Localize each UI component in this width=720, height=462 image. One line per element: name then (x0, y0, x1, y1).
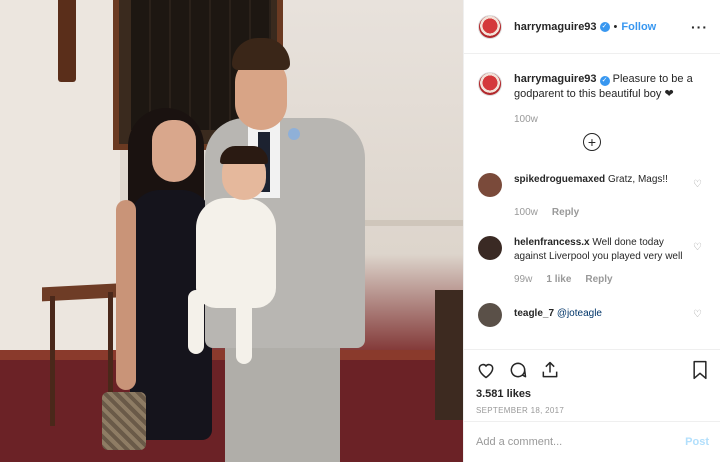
table-leg (50, 296, 55, 426)
caption-time[interactable]: 100w (514, 114, 538, 125)
load-more-comments-icon[interactable]: + (583, 133, 601, 151)
comment-mention[interactable]: @joteagle (557, 308, 602, 319)
like-comment-heart-icon[interactable]: ♡ (693, 179, 702, 190)
share-icon[interactable] (540, 360, 560, 380)
comment-avatar[interactable] (478, 303, 502, 327)
post-header: harrymaguire93 ✓ • Follow ··· (464, 0, 720, 54)
profile-avatar[interactable] (478, 14, 502, 39)
reply-button[interactable]: Reply (585, 274, 612, 285)
comment-username[interactable]: teagle_7 (514, 308, 554, 319)
comment-avatar[interactable] (478, 173, 502, 197)
verified-badge-icon: ✓ (599, 21, 610, 32)
caption-text-block: harrymaguire93 ✓ Pleasure to be a godpare… (514, 72, 706, 102)
comment-meta: 100w Reply (514, 207, 720, 218)
chair (435, 290, 463, 420)
verified-badge-icon: ✓ (599, 76, 610, 86)
profile-username[interactable]: harrymaguire93 (514, 21, 597, 33)
comment-time[interactable]: 99w (514, 274, 532, 285)
comment: spikedroguemaxed Gratz, Mags!! ♡ (464, 173, 720, 197)
like-comment-heart-icon[interactable]: ♡ (693, 309, 702, 320)
post-date[interactable]: SEPTEMBER 18, 2017 (476, 406, 709, 415)
comment: teagle_7 @joteagle ♡ (464, 303, 720, 327)
more-options-icon[interactable]: ··· (691, 19, 708, 35)
likes-count[interactable]: 3.581 likes (476, 388, 709, 400)
handbag (102, 392, 146, 450)
table-leg (108, 292, 113, 402)
comment-meta: 99w 1 like Reply (514, 274, 720, 285)
comment: helenfrancess.x Well done today against … (464, 236, 720, 264)
baby-leg (236, 300, 252, 364)
add-comment-bar: Post (464, 421, 720, 462)
post-sidebar: harrymaguire93 ✓ • Follow ··· harrymagui… (463, 0, 720, 462)
wall-plaque (58, 0, 76, 82)
caption-meta: 100w (514, 114, 720, 125)
post-photo[interactable] (0, 0, 463, 462)
bookmark-icon[interactable] (691, 360, 709, 380)
separator-dot: • (613, 20, 618, 33)
like-heart-icon[interactable] (476, 360, 496, 380)
caption-avatar[interactable] (478, 72, 502, 96)
caption: harrymaguire93 ✓ Pleasure to be a godpare… (464, 54, 720, 102)
woman-arm (116, 200, 136, 390)
post-actions: 3.581 likes SEPTEMBER 18, 2017 (464, 349, 720, 421)
follow-button[interactable]: Follow (621, 21, 656, 33)
comment-input[interactable] (476, 436, 666, 448)
like-comment-heart-icon[interactable]: ♡ (693, 242, 702, 253)
caption-username[interactable]: harrymaguire93 (514, 73, 597, 85)
comment-avatar[interactable] (478, 236, 502, 260)
comment-text: Gratz, Mags!! (607, 174, 668, 185)
woman-face (152, 120, 196, 182)
comment-username[interactable]: spikedroguemaxed (514, 174, 605, 185)
comment-bubble-icon[interactable] (508, 360, 528, 380)
comment-username[interactable]: helenfrancess.x (514, 237, 590, 248)
comment-time[interactable]: 100w (514, 207, 538, 218)
baby-hair (220, 146, 268, 164)
buttonhole-flower (288, 128, 300, 140)
post-comment-button[interactable]: Post (685, 436, 709, 448)
comment-text-block: helenfrancess.x Well done today against … (514, 236, 694, 264)
action-icons (476, 358, 709, 382)
comment-text-block: teagle_7 @joteagle (514, 303, 694, 327)
comment-likes[interactable]: 1 like (546, 274, 571, 285)
baby-outfit (196, 198, 276, 308)
reply-button[interactable]: Reply (552, 207, 579, 218)
comment-text-block: spikedroguemaxed Gratz, Mags!! (514, 173, 694, 197)
